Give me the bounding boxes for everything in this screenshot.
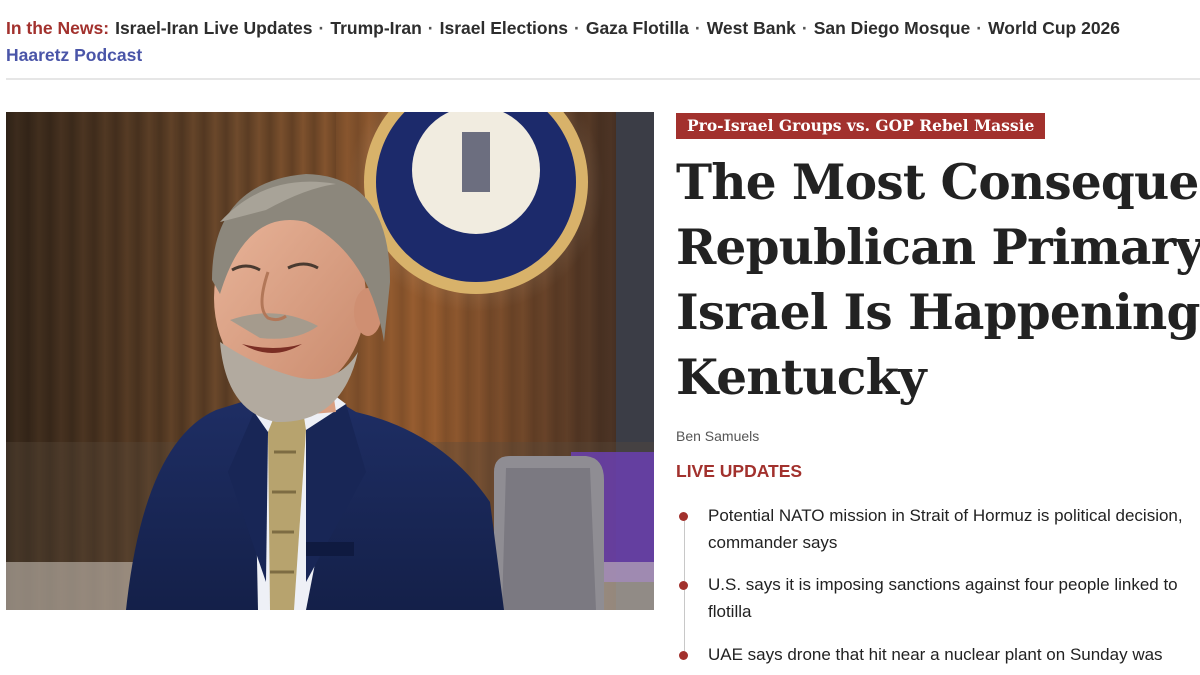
hero-photo-illustration <box>6 112 654 610</box>
topic-link-israel-elections[interactable]: Israel Elections <box>440 15 568 42</box>
article-kicker-tag[interactable]: Pro-Israel Groups vs. GOP Rebel Massie <box>676 113 1046 139</box>
in-the-news-bar: In the News: Israel-Iran Live Updates · … <box>6 15 1200 69</box>
live-update-text: UAE says drone that hit near a nuclear p… <box>708 645 1163 664</box>
hero-photo[interactable] <box>6 112 654 610</box>
page: In the News: Israel-Iran Live Updates · … <box>0 0 1200 675</box>
topic-separator: · <box>427 18 434 38</box>
topic-separator: · <box>318 18 325 38</box>
headline-line: Republican Primary for <box>676 219 1200 276</box>
article-headline[interactable]: The Most Consequential Republican Primar… <box>676 150 1200 410</box>
article-byline-author[interactable]: Ben Samuels <box>676 428 759 444</box>
live-update-text: commander says <box>708 533 838 552</box>
headline-line: The Most Consequential <box>676 154 1200 211</box>
headline-line: Kentucky <box>676 349 927 406</box>
topic-link-trump-iran[interactable]: Trump-Iran <box>330 15 421 42</box>
live-update-text: flotilla <box>708 602 752 621</box>
live-bullet-icon <box>679 651 688 660</box>
live-bullet-icon <box>679 512 688 521</box>
header-divider <box>6 78 1200 80</box>
live-bullet-icon <box>679 581 688 590</box>
live-update-item[interactable]: Potential NATO mission in Strait of Horm… <box>676 502 1200 556</box>
live-update-text: U.S. says it is imposing sanctions again… <box>708 575 1178 594</box>
topic-link-israel-iran-live[interactable]: Israel-Iran Live Updates <box>115 15 312 42</box>
live-update-text: Potential NATO mission in Strait of Horm… <box>708 506 1183 525</box>
in-the-news-label: In the News: <box>6 18 110 38</box>
live-update-item[interactable]: UAE says drone that hit near a nuclear p… <box>676 641 1200 668</box>
topic-link-world-cup-2026[interactable]: World Cup 2026 <box>988 15 1120 42</box>
topic-link-san-diego-mosque[interactable]: San Diego Mosque <box>814 15 971 42</box>
topic-link-haaretz-podcast[interactable]: Haaretz Podcast <box>6 42 1200 69</box>
live-update-item[interactable]: U.S. says it is imposing sanctions again… <box>676 571 1200 625</box>
headline-line: Israel Is Happening in <box>676 284 1200 341</box>
topic-separator: · <box>574 18 580 38</box>
topic-separator: · <box>801 18 808 38</box>
topic-separator: · <box>694 18 701 38</box>
topic-separator: · <box>976 18 983 38</box>
topics-row: In the News: Israel-Iran Live Updates · … <box>6 15 1200 42</box>
topic-link-gaza-flotilla[interactable]: Gaza Flotilla <box>586 15 689 42</box>
live-updates-label[interactable]: LIVE UPDATES <box>676 461 802 482</box>
topic-link-west-bank[interactable]: West Bank <box>707 15 796 42</box>
